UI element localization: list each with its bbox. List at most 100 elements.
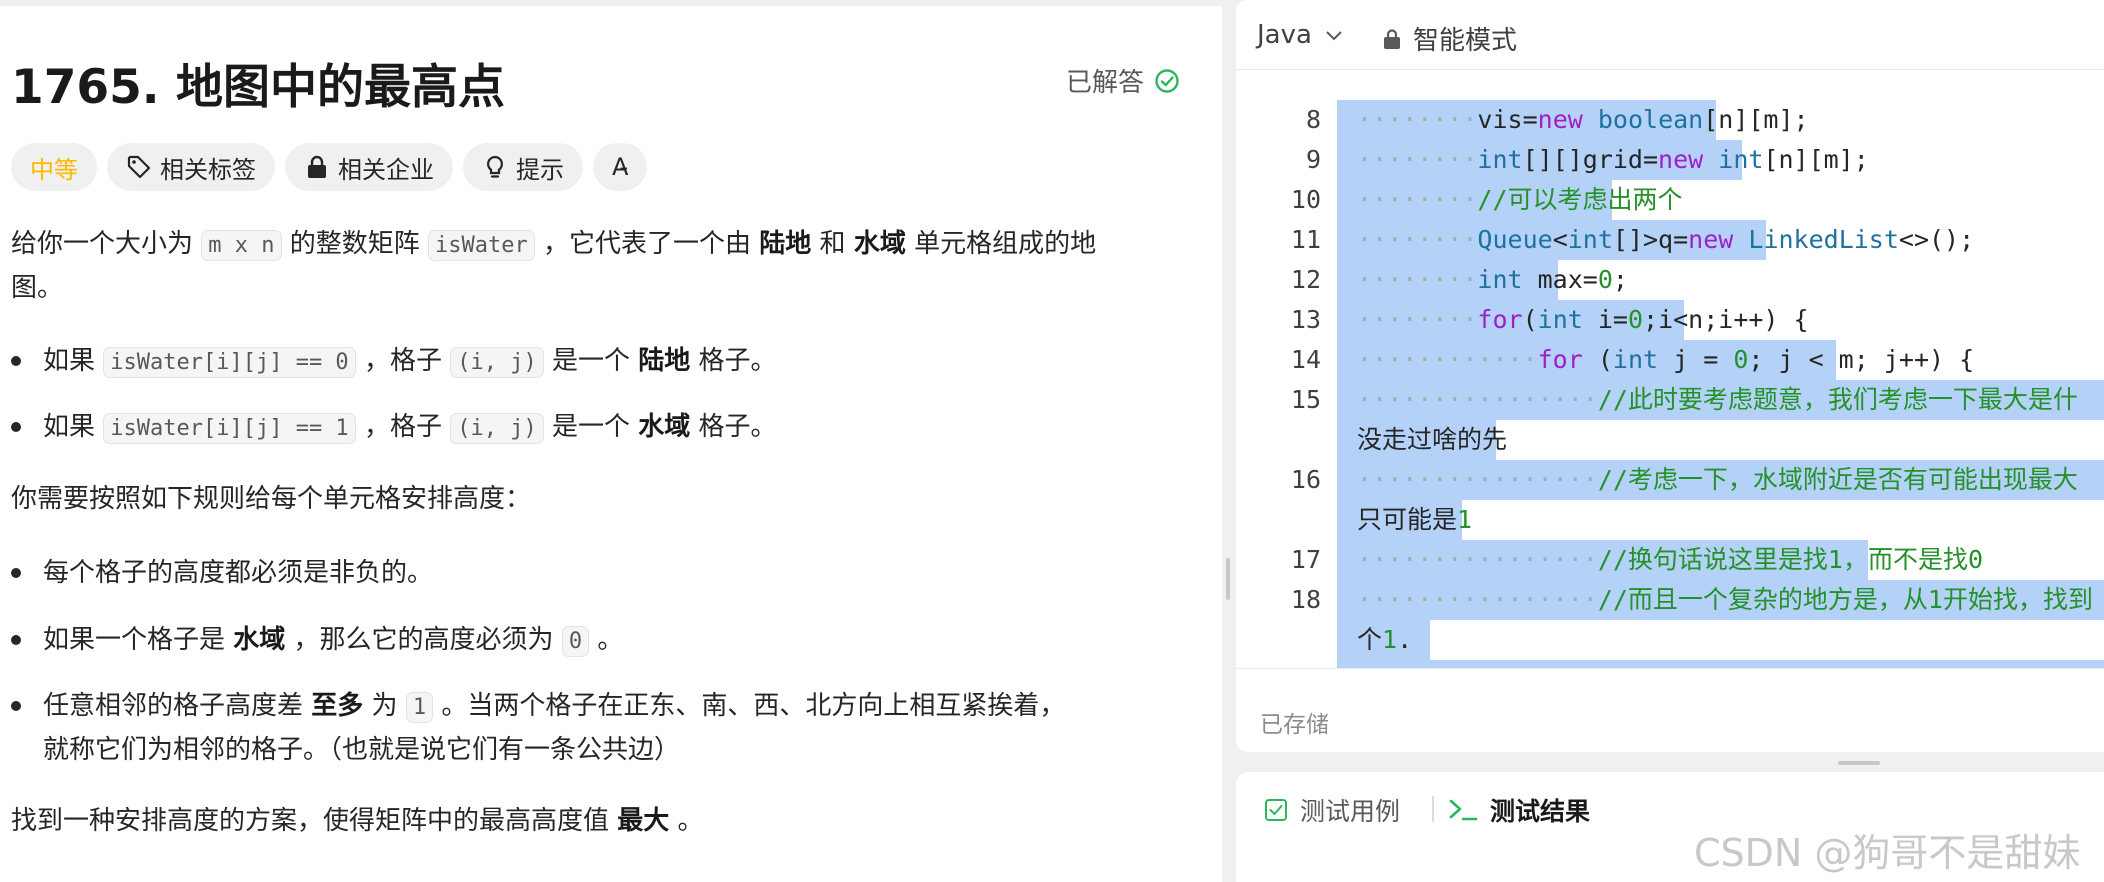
bullet-dot xyxy=(11,422,21,432)
bold-text: 陆地 xyxy=(759,229,812,259)
inline-code: 0 xyxy=(561,626,590,657)
smart-mode-toggle[interactable]: 智能模式 xyxy=(1381,20,1517,57)
tab-test-results[interactable]: 测试结果 xyxy=(1448,792,1590,828)
save-status: 已存储 xyxy=(1260,712,1329,738)
line-number: 8 xyxy=(1305,105,1321,134)
inline-code: (i, j) xyxy=(450,413,544,444)
problem-title: 1765. 地图中的最高点 xyxy=(11,60,506,115)
text: 单元格组成的地 xyxy=(905,229,1097,259)
code-text: ················//此时要考虑题意，我们考虑一下最大是什 xyxy=(1357,385,2078,414)
top-strip xyxy=(0,0,1222,6)
code-line[interactable]: 13 ········for(int i=0;i<n;i++) { xyxy=(1236,300,2104,340)
code-line[interactable]: 没走过啥的先 xyxy=(1236,420,2104,460)
code-editor: Java 智能模式 8 ········vis=new boolean[n][m]… xyxy=(1236,0,2104,752)
inline-code: (i, j) xyxy=(450,347,544,378)
drag-handle[interactable] xyxy=(1226,558,1230,600)
line-number: 11 xyxy=(1290,225,1321,254)
bold-text: 水域 xyxy=(233,625,286,655)
description-paragraph-1: 给你一个大小为 m x n 的整数矩阵 isWater ，它代表了一个由 陆地 … xyxy=(11,223,1096,309)
tab-test-results-label: 测试结果 xyxy=(1490,797,1591,826)
text: 是一个 xyxy=(543,346,639,376)
panel-divider[interactable] xyxy=(1222,0,1234,882)
description-paragraph-3: 找到一种安排高度的方案，使得矩阵中的最高高度值 最大 。 xyxy=(11,800,704,842)
code-text: ········vis=new boolean[n][m]; xyxy=(1357,105,1809,134)
code-line[interactable]: 18 ················//而且一个复杂的地方是，从1开始找，找到 xyxy=(1236,580,2104,620)
inline-code: isWater[i][j] == 1 xyxy=(103,413,356,444)
text: ，格子 xyxy=(355,346,451,376)
language-select[interactable]: Java xyxy=(1257,20,1344,50)
text: 找到一种安排高度的方案，使得矩阵中的最高高度值 xyxy=(11,806,618,836)
code-line[interactable]: 11 ········Queue<int[]>q=new LinkedList<>… xyxy=(1236,220,2104,260)
code-text: ········int[][]grid=new int[n][m]; xyxy=(1357,145,1869,174)
related-tags-button[interactable]: 相关标签 xyxy=(107,143,275,191)
description-paragraph-2: 你需要按照如下规则给每个单元格安排高度： xyxy=(11,484,532,514)
checkbox-icon xyxy=(1265,799,1287,821)
code-line[interactable]: 15 ················//此时要考虑题意，我们考虑一下最大是什 xyxy=(1236,380,2104,420)
tab-test-cases[interactable]: 测试用例 xyxy=(1264,792,1400,828)
font-size-button[interactable]: A̵ xyxy=(593,143,648,191)
code-line[interactable]: 只可能是1 xyxy=(1236,500,2104,540)
bold-text: 陆地 xyxy=(638,346,691,376)
problem-panel: 1765. 地图中的最高点 已解答 中等 相关标签 相关企业 提示 A̵ 给你一… xyxy=(0,0,1222,882)
code-line[interactable]: 16 ················//考虑一下，水域附近是否有可能出现最大 xyxy=(1236,460,2104,500)
horizontal-divider[interactable] xyxy=(1236,752,2104,772)
text: 如果 xyxy=(43,412,104,442)
line-number: 9 xyxy=(1305,145,1321,174)
text: 。 xyxy=(589,625,624,655)
horizontal-drag-handle[interactable] xyxy=(1838,761,1880,765)
text: 格子。 xyxy=(690,346,777,376)
code-text: 只可能是1 xyxy=(1357,505,1473,534)
line-number: 12 xyxy=(1290,265,1321,294)
font-size-icon: A̵ xyxy=(612,153,629,181)
code-line[interactable]: 8 ········vis=new boolean[n][m]; xyxy=(1236,100,2104,140)
hint-button[interactable]: 提示 xyxy=(463,143,583,191)
text: 就称它们为相邻的格子。（也就是说它们有一条公共边） xyxy=(43,735,681,765)
inline-code: m x n xyxy=(201,230,282,261)
tag-icon xyxy=(127,155,151,179)
line-number: 16 xyxy=(1290,465,1321,494)
code-text: ················if (isWater[i][j] == 1) … xyxy=(1357,660,1974,668)
code-line[interactable]: 9 ········int[][]grid=new int[n][m]; xyxy=(1236,140,2104,180)
line-number: 15 xyxy=(1290,385,1321,414)
check-circle-icon xyxy=(1155,68,1179,93)
code-line[interactable]: 17 ················//换句话说这里是找1，而不是找0 xyxy=(1236,540,2104,580)
code-line[interactable]: 个1. xyxy=(1236,620,2104,660)
text: 格子。 xyxy=(690,412,777,442)
bold-text: 水域 xyxy=(638,412,691,442)
text: 是一个 xyxy=(543,412,639,442)
code-line[interactable]: 19 ················if (isWater[i][j] == 1… xyxy=(1236,660,2104,668)
code-line[interactable]: 10 ········//可以考虑出两个 xyxy=(1236,180,2104,220)
line-number: 19 xyxy=(1236,660,1321,668)
inline-code: 1 xyxy=(405,692,434,723)
bullet-dot xyxy=(11,356,21,366)
text: 的整数矩阵 xyxy=(281,229,429,259)
code-area[interactable]: 8 ········vis=new boolean[n][m]; 9 ········… xyxy=(1236,70,2104,668)
list-item: 每个格子的高度都必须是非负的。 xyxy=(11,552,433,594)
code-text: ················//考虑一下，水域附近是否有可能出现最大 xyxy=(1357,465,2078,494)
code-text: 没走过啥的先 xyxy=(1357,425,1508,454)
list-item: 任意相邻的格子高度差 至多 为 1 。当两个格子在正东、南、西、北方向上相互紧挨… xyxy=(11,685,1065,771)
related-companies-label: 相关企业 xyxy=(338,155,434,184)
text: 任意相邻的格子高度差 xyxy=(43,691,312,721)
related-companies-button[interactable]: 相关企业 xyxy=(285,143,453,191)
code-text: ········//可以考虑出两个 xyxy=(1357,185,1683,214)
text: 图。 xyxy=(11,273,64,303)
lock-icon xyxy=(1384,28,1400,49)
editor-toolbar: Java 智能模式 xyxy=(1236,0,2104,70)
bullet-dot xyxy=(11,568,21,578)
code-text: ········Queue<int[]>q=new LinkedList<>()… xyxy=(1357,225,1975,254)
difficulty-badge[interactable]: 中等 xyxy=(11,143,97,191)
code-line[interactable]: 14 ············for (int j = 0; j < m; j++… xyxy=(1236,340,2104,380)
related-tags-label: 相关标签 xyxy=(160,155,256,184)
tag-bar: 中等 相关标签 相关企业 提示 A̵ xyxy=(11,143,648,191)
code-text: ················//而且一个复杂的地方是，从1开始找，找到 xyxy=(1357,585,2093,614)
tab-separator xyxy=(1432,796,1434,822)
text: 如果一个格子是 xyxy=(43,625,234,655)
list-item: 如果 isWater[i][j] == 0 ，格子 (i, j) 是一个 陆地 … xyxy=(11,340,777,384)
text: ，那么它的高度必须为 xyxy=(285,625,562,655)
code-text: ············for (int j = 0; j < m; j++) … xyxy=(1357,345,1975,374)
language-label: Java xyxy=(1257,20,1312,50)
text: ，格子 xyxy=(355,412,451,442)
chevron-down-icon xyxy=(1326,31,1342,41)
code-line[interactable]: 12 ········int max=0; xyxy=(1236,260,2104,300)
